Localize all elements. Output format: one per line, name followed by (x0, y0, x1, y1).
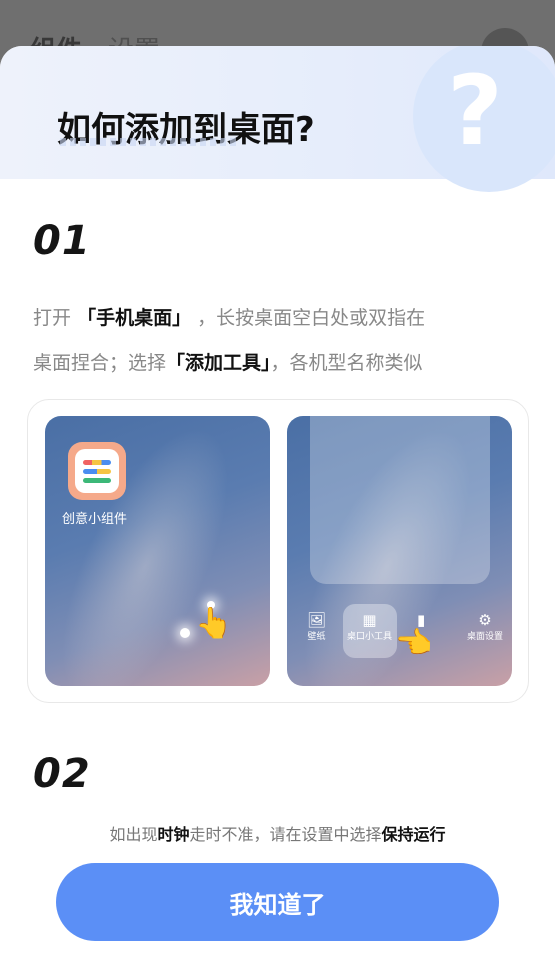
step-2-number: 02 (33, 751, 91, 797)
step-1-number: 01 (33, 218, 91, 264)
dock-wallpaper: 🖼 壁纸 (307, 611, 327, 642)
hand-pointer-icon: 👆 (195, 606, 233, 641)
phone-edit-screen: 🖼 壁纸 ▦ 桌口小工具 ▮ ⚙ 桌面设置 👈 (287, 416, 512, 686)
step-2-label: 02 Step (33, 751, 158, 801)
phone-home-screen: 创意小组件 👆 (45, 416, 270, 686)
question-icon: ? (413, 46, 555, 192)
step-1-line-2: 桌面捏合；选择「添加工具」，各机型名称类似 (33, 352, 423, 374)
dock-settings: ⚙ 桌面设置 (467, 611, 504, 642)
hand-pointer-icon: 👈 (395, 626, 433, 661)
title-underline (60, 138, 236, 146)
step-1-line-1: 打开 「手机桌面」 ，长按桌面空白处或双指在 (33, 307, 426, 329)
step-1-description: 打开 「手机桌面」 ，长按桌面空白处或双指在 桌面捏合；选择「添加工具」，各机型… (33, 296, 533, 386)
dock-widgets: ▦ 桌口小工具 (347, 611, 393, 642)
how-to-add-sheet: ? 如何添加到桌面? 01 Step 打开 「手机桌面」 ，长按桌面空白处或双指… (0, 46, 555, 970)
widget-app-icon (68, 442, 126, 500)
clock-hint: 如出现时钟走时不准，请在设置中选择保持运行 (109, 825, 446, 844)
got-it-button[interactable]: 我知道了 (56, 863, 499, 941)
widget-preview (310, 416, 490, 584)
sheet-header: ? 如何添加到桌面? (0, 46, 555, 192)
step-1-label: 01 Step (33, 218, 158, 268)
illustration-card: 创意小组件 👆 🖼 壁纸 ▦ 桌口小工具 ▮ ⚙ 桌面设置 👈 (27, 399, 529, 703)
app-label: 创意小组件 (62, 512, 128, 527)
